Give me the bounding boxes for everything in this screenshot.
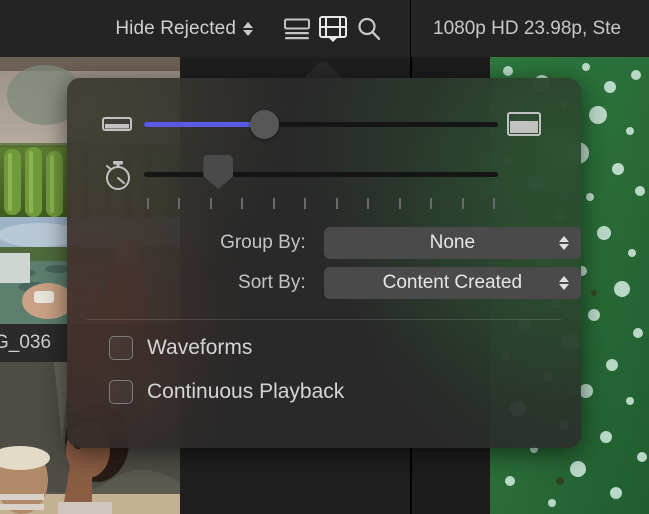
clip-height-small-icon [102, 114, 144, 134]
group-by-label: Group By: [67, 232, 324, 254]
app-window: G_029 [0, 0, 649, 514]
waveforms-checkbox[interactable] [109, 336, 133, 360]
sort-by-select[interactable]: Content Created [324, 267, 581, 299]
slider-track [144, 172, 498, 177]
continuous-playback-checkbox-row[interactable]: Continuous Playback [109, 380, 344, 404]
sort-by-label: Sort By: [67, 272, 324, 294]
sort-by-value: Content Created [383, 272, 522, 294]
slider-tick-marks [144, 198, 498, 210]
list-view-icon [284, 18, 310, 40]
continuous-playback-checkbox[interactable] [109, 380, 133, 404]
hide-rejected-label: Hide Rejected [115, 18, 236, 40]
clip-height-row [102, 100, 550, 148]
slider-fill [144, 122, 264, 127]
toolbar-divider [410, 0, 411, 57]
search-icon [356, 16, 382, 42]
chevron-up-down-icon [243, 22, 253, 36]
stopwatch-icon [102, 157, 144, 191]
waveforms-checkbox-row[interactable]: Waveforms [109, 336, 252, 360]
thumbnail-label-text: G_036 [0, 332, 51, 354]
group-by-row: Group By: None [67, 226, 581, 260]
slider-knob[interactable] [203, 155, 233, 189]
popover-arrow [300, 57, 346, 79]
clip-info-text: 1080p HD 23.98p, Ste [433, 18, 621, 40]
list-view-button[interactable] [279, 10, 315, 48]
chevron-up-down-icon [559, 276, 569, 290]
clip-height-slider[interactable] [144, 104, 498, 144]
top-toolbar: Hide Rejected [0, 0, 649, 57]
group-by-select[interactable]: None [324, 227, 581, 259]
sort-by-row: Sort By: Content Created [67, 266, 581, 300]
slider-knob[interactable] [250, 110, 279, 139]
search-button[interactable] [351, 10, 387, 48]
filmstrip-view-button[interactable] [315, 10, 351, 48]
clip-appearance-popover: 2m Group By: None Sort By: Content Creat… [67, 78, 581, 448]
chevron-up-down-icon [559, 236, 569, 250]
hide-rejected-filter-button[interactable]: Hide Rejected [115, 18, 253, 40]
group-by-value: None [430, 232, 475, 254]
continuous-playback-label: Continuous Playback [147, 380, 344, 404]
waveforms-label: Waveforms [147, 336, 252, 360]
clip-duration-row [102, 150, 550, 198]
popover-separator [87, 319, 561, 320]
clip-height-large-icon [498, 110, 550, 138]
filmstrip-view-icon [319, 16, 347, 42]
clip-duration-slider[interactable] [144, 154, 498, 194]
